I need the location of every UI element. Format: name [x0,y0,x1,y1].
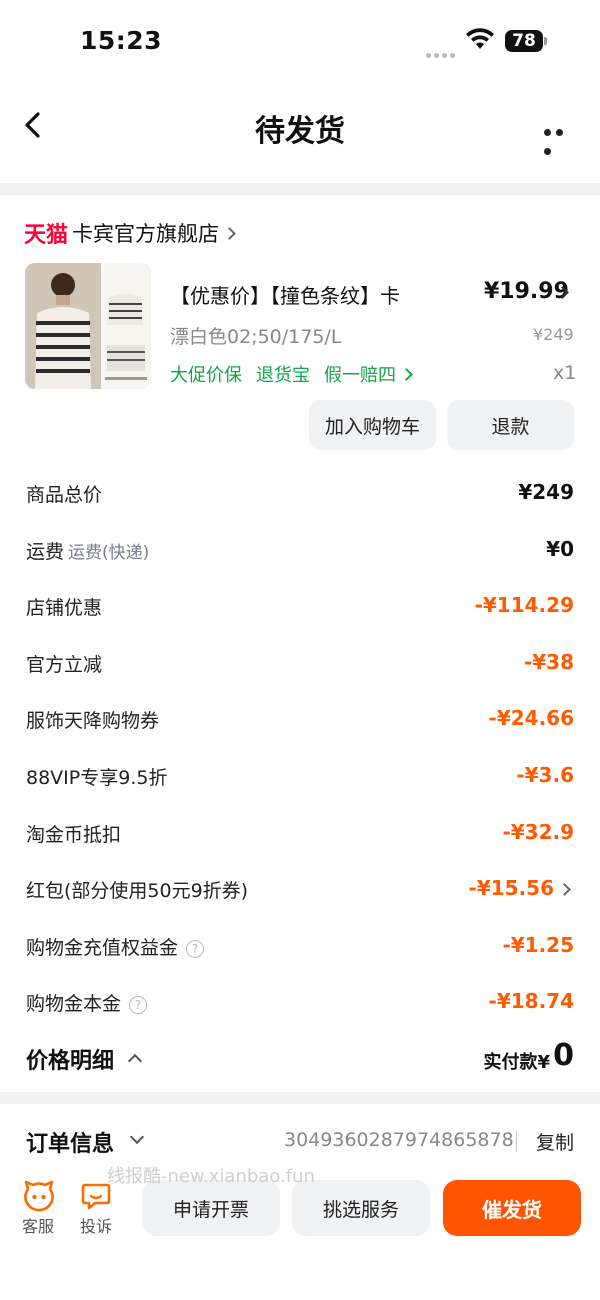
fee-value: -¥24.66 [488,706,574,730]
fee-value: -¥18.74 [488,989,574,1013]
divider [516,1130,517,1152]
fee-sub-label: 运费(快递) [68,543,150,563]
copy-order-number-button[interactable]: 复制 [536,1128,574,1155]
shop-name: 卡宾官方旗舰店 [72,222,220,246]
fee-row: 服饰天降购物券 -¥24.66 [26,706,574,736]
paid-amount-label: 实付款¥ [483,1052,550,1073]
fee-label-text: 红包(部分使用50元9折券) [26,880,249,902]
product-thumbnail[interactable] [25,263,151,389]
price-detail-label: 价格明细 [26,1049,115,1074]
fee-value: -¥32.9 [502,820,574,844]
chevron-up-icon [127,1053,143,1069]
chevron-right-icon [400,367,413,381]
fee-row: 运费 运费(快递) ¥0 [26,537,574,567]
section-divider [0,1092,600,1104]
fee-label: 购物金本金? [26,989,148,1016]
fee-label: 服饰天降购物券 [26,706,159,733]
refund-button[interactable]: 退款 [447,400,574,450]
fee-row: 淘金币抵扣 -¥32.9 [26,820,574,850]
product-quantity: x1 [553,362,577,384]
customer-service-label: 客服 [22,1217,55,1236]
fee-value: -¥15.56 [468,876,554,900]
fee-row: 商品总价 ¥249 [26,480,574,510]
fee-label: 淘金币抵扣 [26,820,121,847]
tag-price-protect: 大促价保 [170,365,242,386]
shop-header[interactable]: 天猫 卡宾官方旗舰店 [24,218,236,248]
fee-label-text: 购物金充值权益金 [26,937,179,959]
order-info-row[interactable]: 订单信息 3049360287974865878 复制 [26,1124,574,1158]
tmall-logo: 天猫 [24,223,69,248]
fee-row: 购物金本金? -¥18.74 [26,989,574,1019]
tag-return-insurance: 退货宝 [256,365,310,386]
watermark-text: 线报酷-new.xianbao.fun [107,1166,315,1187]
fee-row: 购物金充值权益金? -¥1.25 [26,933,574,963]
fee-label-text: 88VIP专享9.5折 [26,767,168,789]
fee-label: 红包(部分使用50元9折券) [26,876,248,903]
fee-value: -¥114.29 [474,593,574,617]
fee-label: 运费 运费(快递) [26,537,149,564]
fee-label-text: 商品总价 [26,484,103,506]
status-time: 15:23 [80,26,163,55]
customer-service-button[interactable] [19,1179,59,1217]
urge-shipping-button[interactable]: 催发货 [443,1180,581,1236]
fee-row: 店铺优惠 -¥114.29 [26,593,574,623]
nav-bar: 待发货 [0,90,600,160]
product-service-tags[interactable]: 大促价保 退货宝 假一赔四 [170,361,425,387]
fee-row: 88VIP专享9.5折 -¥3.6 [26,763,574,793]
fee-label-text: 官方立减 [26,654,103,676]
more-options-icon[interactable] [544,121,578,155]
complaint-label: 投诉 [80,1217,113,1236]
fee-label-text: 服饰天降购物券 [26,710,160,732]
product-original-price: ¥249 [533,325,574,344]
fee-row[interactable]: 红包(部分使用50元9折券) -¥15.56 [26,876,574,906]
order-number: 3049360287974865878 [284,1129,514,1151]
wifi-icon [466,28,494,49]
chevron-down-icon [129,1129,145,1145]
fee-label: 购物金充值权益金? [26,933,205,960]
fee-label: 官方立减 [26,650,102,677]
battery-tip [544,37,547,45]
fee-label: 88VIP专享9.5折 [26,763,167,790]
chevron-right-icon [558,883,571,896]
status-bar: 15:23 78 [0,0,600,80]
fee-value: ¥0 [546,537,574,561]
fee-row: 官方立减 -¥38 [26,650,574,680]
price-detail-row[interactable]: 价格明细 实付款¥ 0 [26,1038,574,1080]
paid-amount-value: 0 [553,1038,574,1073]
fee-label-text: 淘金币抵扣 [26,824,122,846]
help-question-icon[interactable]: ? [129,995,148,1014]
fee-label-text: 店铺优惠 [26,597,103,619]
section-divider [0,183,600,195]
fee-value: -¥38 [523,650,574,674]
fee-value: -¥1.25 [502,933,574,957]
fee-value: -¥3.6 [516,763,574,787]
chevron-right-icon [223,226,236,240]
order-info-label: 订单信息 [26,1132,115,1157]
select-service-button[interactable]: 挑选服务 [292,1180,430,1236]
page-title: 待发货 [255,114,345,149]
product-spec: 漂白色02;50/175/L [170,326,342,348]
add-to-cart-button[interactable]: 加入购物车 [309,400,436,450]
product-title[interactable]: 【优惠价】【撞色条纹】卡 [170,280,450,309]
fee-label-text: 购物金本金 [26,993,122,1015]
help-question-icon[interactable]: ? [186,939,205,958]
product-image-icon [25,263,151,389]
fee-label: 店铺优惠 [26,593,102,620]
apply-invoice-button[interactable]: 申请开票 [142,1180,280,1236]
battery-indicator: 78 [505,30,543,52]
fee-label-text: 运费 [26,541,65,563]
cellular-signal-icon [426,43,458,58]
customer-service-icon [24,1180,54,1212]
fee-label: 商品总价 [26,480,102,507]
tag-authentic-guarantee: 假一赔四 [324,365,396,386]
fee-value: ¥249 [518,480,574,504]
